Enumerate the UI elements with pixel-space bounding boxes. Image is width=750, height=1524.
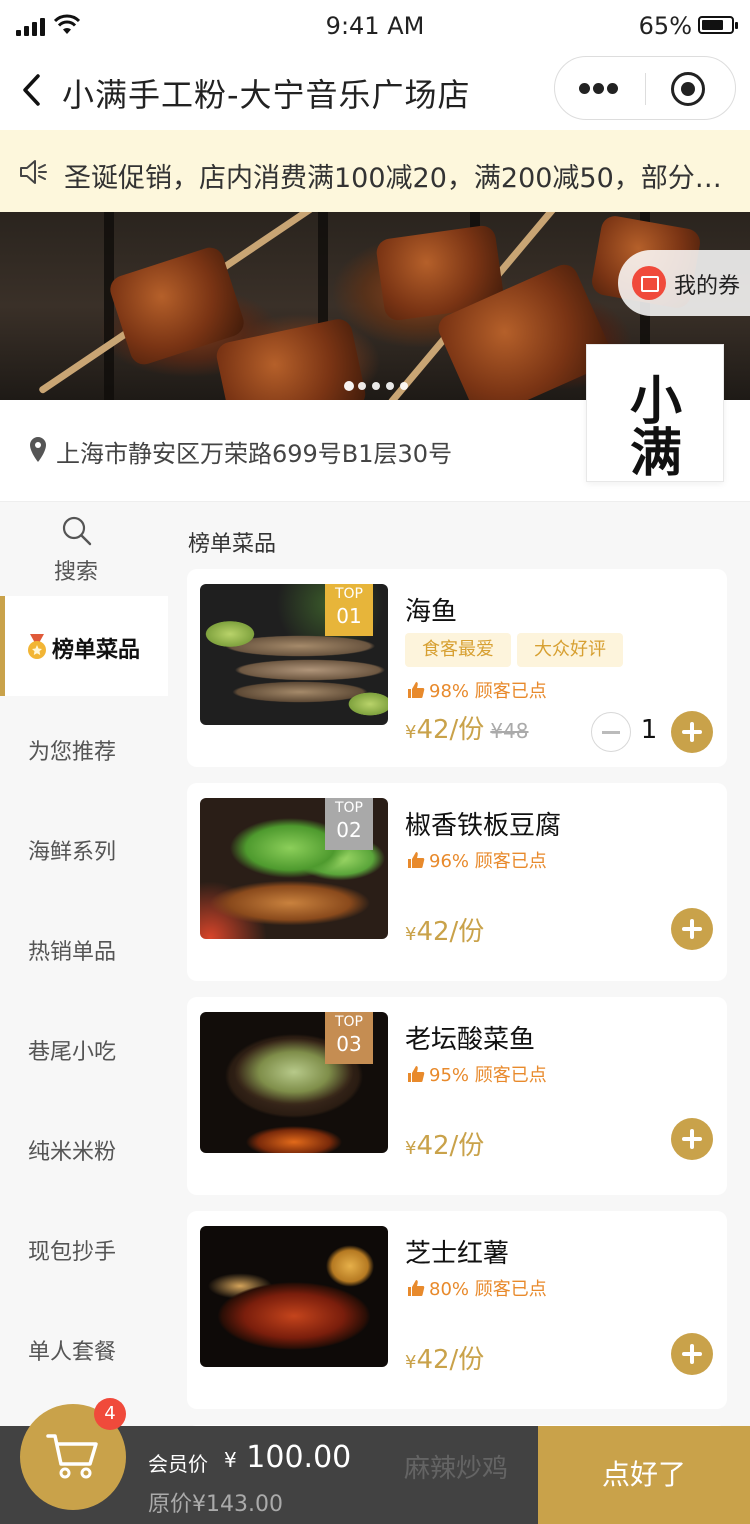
sidebar-item-wonton[interactable]: 现包抄手 xyxy=(0,1198,168,1298)
sidebar-item-recommend[interactable]: 为您推荐 xyxy=(0,698,168,798)
more-icon[interactable] xyxy=(579,83,619,95)
battery-icon xyxy=(698,16,738,34)
rank-badge: TOP 01 xyxy=(325,584,373,636)
dish-rate: 80% 顾客已点 xyxy=(407,1275,547,1301)
dish-rate: 96% 顾客已点 xyxy=(407,847,547,873)
original-total: 原价¥143.00 xyxy=(148,1492,283,1517)
section-title: 榜单菜品 xyxy=(188,532,277,557)
dish-tags: 食客最爱 大众好评 xyxy=(405,633,629,667)
battery-percent: 65% xyxy=(638,12,692,40)
dish-image xyxy=(200,1226,388,1367)
dish-rate: 95% 顾客已点 xyxy=(407,1061,547,1087)
status-bar: 9:41 AM 65% xyxy=(0,0,750,52)
dish-price: ¥42/份 ¥48 xyxy=(405,715,529,745)
member-price-label: 会员价 xyxy=(148,1452,208,1476)
thumbs-up-icon xyxy=(408,852,425,868)
thumbs-up-icon xyxy=(408,1280,425,1296)
sidebar-item-rice-noodle[interactable]: 纯米米粉 xyxy=(0,1098,168,1198)
thumbs-up-icon xyxy=(408,682,425,698)
close-icon[interactable] xyxy=(671,72,705,106)
sidebar-item-label: 海鲜系列 xyxy=(28,840,117,865)
nav-bar: 小满手工粉-大宁音乐广场店 xyxy=(0,52,750,130)
checkout-button[interactable]: 点好了 xyxy=(538,1426,750,1524)
dish-card[interactable]: TOP 01 海鱼 食客最爱 大众好评 98% 顾客已点 ¥42/份 ¥48 1 xyxy=(187,569,727,767)
location-pin-icon xyxy=(30,437,46,462)
dish-price: ¥42/份 xyxy=(405,1345,485,1375)
carousel-indicator xyxy=(344,381,408,392)
thumbs-up-icon xyxy=(408,1066,425,1082)
sidebar-item-label: 纯米米粉 xyxy=(28,1140,117,1165)
member-price: ¥ 100.00 xyxy=(224,1440,352,1475)
add-button[interactable] xyxy=(671,711,713,753)
dish-card[interactable]: TOP 03 老坛酸菜鱼 95% 顾客已点 ¥42/份 xyxy=(187,997,727,1195)
sidebar-item-set-meal[interactable]: 单人套餐 xyxy=(0,1298,168,1398)
add-button[interactable] xyxy=(671,908,713,950)
category-sidebar: 搜索 榜单菜品 为您推荐 海鲜系列 热销单品 巷尾小吃 纯米米粉 现包抄手 单人… xyxy=(0,502,168,1524)
quantity-value: 1 xyxy=(640,715,658,745)
capsule-divider xyxy=(645,73,646,105)
promo-notice[interactable]: 圣诞促销，店内消费满100减20，满200减50，部分菜品参与活动 xyxy=(0,130,750,212)
cart-icon xyxy=(46,1434,98,1479)
dish-name: 芝士红薯 xyxy=(405,1239,510,1269)
dish-price: ¥42/份 xyxy=(405,1131,485,1161)
dish-tag: 食客最爱 xyxy=(405,633,511,667)
promo-text: 圣诞促销，店内消费满100减20，满200减50，部分菜品参与活动 xyxy=(64,163,736,194)
sidebar-item-label: 热销单品 xyxy=(28,940,117,965)
status-time: 9:41 AM xyxy=(325,12,425,40)
medal-icon xyxy=(28,634,46,659)
dish-name: 海鱼 xyxy=(405,597,458,627)
page-title: 小满手工粉-大宁音乐广场店 xyxy=(62,76,471,114)
rank-badge: TOP 03 xyxy=(325,1012,373,1064)
mini-program-capsule xyxy=(554,56,736,120)
dish-image: TOP 02 xyxy=(200,798,388,939)
dish-name: 椒香铁板豆腐 xyxy=(405,811,562,841)
dish-image: TOP 01 xyxy=(200,584,388,725)
sidebar-item-seafood[interactable]: 海鲜系列 xyxy=(0,798,168,898)
sidebar-item-ranking[interactable]: 榜单菜品 xyxy=(0,596,168,696)
address-text: 上海市静安区万荣路699号B1层30号 xyxy=(56,440,453,468)
decrease-button[interactable] xyxy=(591,712,631,752)
coupon-icon xyxy=(632,266,666,300)
search-label: 搜索 xyxy=(53,560,98,585)
logo-char-2: 满 xyxy=(629,423,682,484)
dish-image: TOP 03 xyxy=(200,1012,388,1153)
dish-card[interactable]: TOP 02 椒香铁板豆腐 96% 顾客已点 ¥42/份 xyxy=(187,783,727,981)
sidebar-item-label: 为您推荐 xyxy=(28,740,117,765)
dish-rate: 98% 顾客已点 xyxy=(407,677,547,703)
sidebar-item-label: 单人套餐 xyxy=(28,1340,117,1365)
dish-card[interactable]: 芝士红薯 80% 顾客已点 ¥42/份 xyxy=(187,1211,727,1409)
store-logo: 小 满 xyxy=(586,344,724,484)
speaker-icon xyxy=(20,160,47,184)
my-coupon-button[interactable]: 我的券 xyxy=(618,250,750,316)
rank-badge: TOP 02 xyxy=(325,798,373,850)
search-icon xyxy=(62,516,92,546)
my-coupon-label: 我的券 xyxy=(674,274,741,299)
add-button[interactable] xyxy=(671,1333,713,1375)
sidebar-item-label: 现包抄手 xyxy=(28,1240,117,1265)
original-price: ¥48 xyxy=(490,719,529,743)
dish-price: ¥42/份 xyxy=(405,917,485,947)
sidebar-item-hot[interactable]: 热销单品 xyxy=(0,898,168,998)
sidebar-item-snacks[interactable]: 巷尾小吃 xyxy=(0,998,168,1098)
sidebar-item-label: 巷尾小吃 xyxy=(28,1040,117,1065)
sidebar-item-label: 榜单菜品 xyxy=(52,638,141,663)
search-button[interactable]: 搜索 xyxy=(0,502,168,596)
cart-count-badge: 4 xyxy=(94,1398,126,1430)
dish-name-hidden: 麻辣炒鸡 xyxy=(404,1454,509,1484)
back-icon[interactable] xyxy=(18,72,48,108)
dish-name: 老坛酸菜鱼 xyxy=(405,1025,536,1055)
add-button[interactable] xyxy=(671,1118,713,1160)
dish-tag: 大众好评 xyxy=(517,633,623,667)
